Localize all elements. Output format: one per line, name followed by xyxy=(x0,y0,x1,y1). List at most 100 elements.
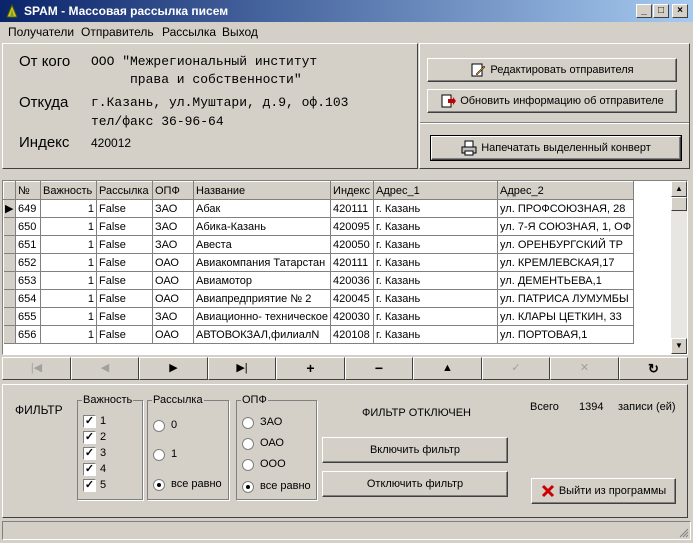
cell-name[interactable]: Авиамотор xyxy=(193,271,332,290)
table-row[interactable]: 652 1 False ОАО Авиакомпания Татарстан 4… xyxy=(3,253,635,272)
table-row[interactable]: 651 1 False ЗАО Авеста 420050 г. Казань … xyxy=(3,235,635,254)
opf-ooo-radio[interactable] xyxy=(242,459,254,471)
cell-opf[interactable]: ЗАО xyxy=(152,235,194,254)
cell-address1[interactable]: г. Казань xyxy=(373,199,499,218)
column-header[interactable]: Важность xyxy=(40,181,97,200)
cell-opf[interactable]: ОАО xyxy=(152,253,194,272)
table-row[interactable]: 654 1 False ОАО Авиапредприятие № 2 4200… xyxy=(3,289,635,308)
column-header[interactable]: Индекс xyxy=(330,181,375,200)
cell-mailing[interactable]: False xyxy=(96,253,153,272)
column-header[interactable]: Адрес_1 xyxy=(373,181,499,200)
cell-importance[interactable]: 1 xyxy=(40,235,97,254)
cell-id[interactable]: 650 xyxy=(15,217,41,236)
cell-name[interactable]: Авиакомпания Татарстан xyxy=(193,253,332,272)
cell-mailing[interactable]: False xyxy=(96,325,153,344)
enable-filter-button[interactable]: Включить фильтр xyxy=(322,437,508,463)
scroll-up-icon[interactable]: ▲ xyxy=(671,181,687,197)
cell-address1[interactable]: г. Казань xyxy=(373,289,499,308)
importance-1-checkbox[interactable]: ✓ xyxy=(83,415,96,428)
importance-4-checkbox[interactable]: ✓ xyxy=(83,463,96,476)
menu-recipients[interactable]: Получатели xyxy=(8,25,74,39)
cell-index[interactable]: 420108 xyxy=(330,325,375,344)
menu-mailing[interactable]: Рассылка xyxy=(162,25,216,39)
first-record-icon[interactable]: |◀ xyxy=(2,357,71,380)
exit-button[interactable]: Выйти из программы xyxy=(531,478,676,504)
cell-address1[interactable]: г. Казань xyxy=(373,271,499,290)
cell-id[interactable]: 651 xyxy=(15,235,41,254)
cell-name[interactable]: Абак xyxy=(193,199,332,218)
delete-record-icon[interactable]: − xyxy=(345,357,413,380)
cell-address2[interactable]: ул. ОРЕНБУРГСКИЙ ТР xyxy=(497,235,635,254)
recipients-grid[interactable]: № Важность Рассылка ОПФ Название Индекс … xyxy=(2,180,688,355)
cell-id[interactable]: 655 xyxy=(15,307,41,326)
cell-mailing[interactable]: False xyxy=(96,199,153,218)
cell-importance[interactable]: 1 xyxy=(40,325,97,344)
cell-address2[interactable]: ул. КЛАРЫ ЦЕТКИН, 33 xyxy=(497,307,635,326)
cell-id[interactable]: 653 xyxy=(15,271,41,290)
cell-address1[interactable]: г. Казань xyxy=(373,235,499,254)
cell-opf[interactable]: ОАО xyxy=(152,271,194,290)
column-header[interactable]: ОПФ xyxy=(152,181,194,200)
cell-index[interactable]: 420030 xyxy=(330,307,375,326)
cell-id[interactable]: 649 xyxy=(15,199,41,218)
cell-name[interactable]: Авеста xyxy=(193,235,332,254)
next-record-icon[interactable]: ▶ xyxy=(139,357,208,380)
cell-id[interactable]: 652 xyxy=(15,253,41,272)
minimize-button[interactable]: _ xyxy=(636,4,652,18)
cell-index[interactable]: 420095 xyxy=(330,217,375,236)
importance-5-checkbox[interactable]: ✓ xyxy=(83,479,96,492)
cell-address2[interactable]: ул. КРЕМЛЕВСКАЯ,17 xyxy=(497,253,635,272)
opf-any-radio[interactable] xyxy=(242,481,254,493)
refresh-icon[interactable]: ↻ xyxy=(619,357,688,380)
cell-opf[interactable]: ЗАО xyxy=(152,199,194,218)
cell-address2[interactable]: ул. ПОРТОВАЯ,1 xyxy=(497,325,635,344)
cell-mailing[interactable]: False xyxy=(96,217,153,236)
menu-exit[interactable]: Выход xyxy=(222,25,258,39)
cell-name[interactable]: Авиационно- техническое xyxy=(193,307,332,326)
prior-record-icon[interactable]: ◀ xyxy=(71,357,139,380)
cell-address1[interactable]: г. Казань xyxy=(373,325,499,344)
column-header[interactable]: Название xyxy=(192,181,332,200)
cell-id[interactable]: 654 xyxy=(15,289,41,308)
mailing-any-radio[interactable] xyxy=(153,479,165,491)
insert-record-icon[interactable]: + xyxy=(276,357,345,380)
table-row[interactable]: 655 1 False ЗАО Авиационно- техническое … xyxy=(3,307,635,326)
cell-mailing[interactable]: False xyxy=(96,235,153,254)
scroll-down-icon[interactable]: ▼ xyxy=(671,338,687,354)
cell-mailing[interactable]: False xyxy=(96,271,153,290)
resize-grip-icon[interactable] xyxy=(677,526,689,538)
title-bar[interactable]: SPAM - Массовая рассылка писем _ □ × xyxy=(0,0,693,22)
cell-address2[interactable]: ул. ДЕМЕНТЬЕВА,1 xyxy=(497,271,635,290)
cell-mailing[interactable]: False xyxy=(96,307,153,326)
cell-address2[interactable]: ул. 7-Я СОЮЗНАЯ, 1, ОФ xyxy=(497,217,635,236)
mailing-0-radio[interactable] xyxy=(153,420,165,432)
cell-importance[interactable]: 1 xyxy=(40,253,97,272)
cell-index[interactable]: 420045 xyxy=(330,289,375,308)
cell-index[interactable]: 420036 xyxy=(330,271,375,290)
column-header[interactable]: Рассылка xyxy=(96,181,153,200)
importance-2-checkbox[interactable]: ✓ xyxy=(83,431,96,444)
cell-opf[interactable]: ЗАО xyxy=(152,217,194,236)
menu-sender[interactable]: Отправитель xyxy=(81,25,154,39)
cell-index[interactable]: 420111 xyxy=(330,199,375,218)
cell-importance[interactable]: 1 xyxy=(40,271,97,290)
opf-oao-radio[interactable] xyxy=(242,438,254,450)
cell-index[interactable]: 420050 xyxy=(330,235,375,254)
cell-importance[interactable]: 1 xyxy=(40,289,97,308)
cell-mailing[interactable]: False xyxy=(96,289,153,308)
table-row[interactable]: 656 1 False ОАО АВТОВОКЗАЛ,филиалN 42010… xyxy=(3,325,635,344)
column-header[interactable]: № xyxy=(15,181,41,200)
importance-3-checkbox[interactable]: ✓ xyxy=(83,447,96,460)
table-row[interactable]: 653 1 False ОАО Авиамотор 420036 г. Каза… xyxy=(3,271,635,290)
maximize-button[interactable]: □ xyxy=(653,4,669,18)
scroll-thumb[interactable] xyxy=(671,197,687,211)
opf-zao-radio[interactable] xyxy=(242,417,254,429)
post-record-icon[interactable]: ✓ xyxy=(482,357,550,380)
last-record-icon[interactable]: ▶| xyxy=(208,357,276,380)
cancel-record-icon[interactable]: ✕ xyxy=(550,357,619,380)
cell-importance[interactable]: 1 xyxy=(40,199,97,218)
cell-name[interactable]: АВТОВОКЗАЛ,филиалN xyxy=(193,325,332,344)
table-row[interactable]: 650 1 False ЗАО Абика-Казань 420095 г. К… xyxy=(3,217,635,236)
cell-importance[interactable]: 1 xyxy=(40,307,97,326)
cell-address1[interactable]: г. Казань xyxy=(373,217,499,236)
